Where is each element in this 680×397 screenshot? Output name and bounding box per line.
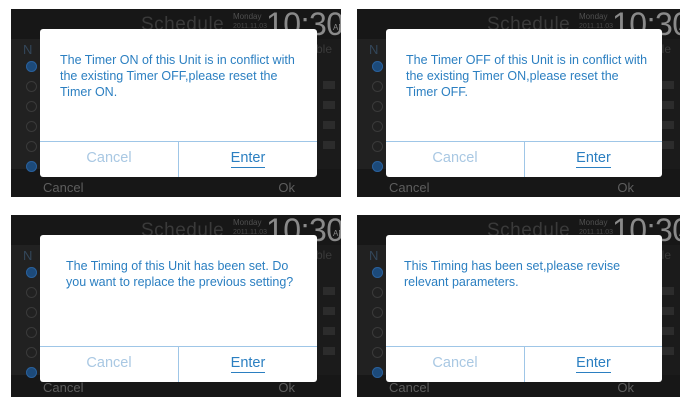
add-icon [372, 267, 383, 278]
add-icon [26, 61, 37, 72]
toggle-3 [323, 121, 335, 129]
enter-button[interactable]: Enter [525, 347, 662, 382]
bg-ok-button: Ok [278, 380, 295, 395]
toggle-1 [323, 81, 335, 89]
cancel-button[interactable]: Cancel [386, 142, 525, 177]
revise-dialog: This Timing has been set,please revise r… [386, 235, 662, 382]
item-4-icon [26, 347, 37, 358]
toggle-2 [323, 101, 335, 109]
enable-fragment: ble [316, 42, 333, 56]
item-4-icon [372, 141, 383, 152]
toggle-1 [323, 287, 335, 295]
item-1-icon [26, 287, 37, 298]
item-2-icon [372, 101, 383, 112]
item-2-icon [26, 101, 37, 112]
weekday-label: Monday [233, 218, 262, 227]
screen-timing-revise: Schedule Monday 2011.11.03 10:30 AM N bl… [357, 215, 680, 397]
enter-button[interactable]: Enter [179, 142, 317, 177]
bottom-bar: Cancel Ok [11, 179, 341, 197]
add-icon [372, 61, 383, 72]
toggle-4 [662, 347, 674, 355]
screen-timer-on-conflict: Schedule Monday 2011.11.03 10:30 AM N bl… [11, 9, 341, 197]
item-1-icon [372, 287, 383, 298]
list-header-fragment: N [23, 42, 33, 57]
enter-button[interactable]: Enter [179, 347, 317, 382]
bg-cancel-button: Cancel [43, 180, 84, 195]
enter-button[interactable]: Enter [525, 142, 662, 177]
weekday-label: Monday [579, 218, 608, 227]
remove-icon [26, 161, 37, 172]
weekday-label: Monday [579, 12, 608, 21]
dialog-message: This Timing has been set,please revise r… [404, 259, 621, 289]
cancel-button[interactable]: Cancel [40, 347, 179, 382]
toggle-2 [662, 101, 674, 109]
item-1-icon [26, 81, 37, 92]
toggle-3 [323, 327, 335, 335]
list-header-fragment: N [369, 248, 379, 263]
list-header-fragment: N [369, 42, 379, 57]
toggle-4 [662, 141, 674, 149]
item-3-icon [26, 327, 37, 338]
bg-cancel-button: Cancel [43, 380, 84, 395]
bg-ok-button: Ok [617, 380, 634, 395]
schedule-list-right: ble [313, 245, 341, 375]
dialog-buttons: Cancel Enter [40, 141, 317, 177]
dialog-buttons: Cancel Enter [386, 141, 662, 177]
toggle-1 [662, 287, 674, 295]
dialog-message: The Timer ON of this Unit is in conflict… [60, 53, 295, 99]
screen-timing-replace: Schedule Monday 2011.11.03 10:30 AM N bl… [11, 215, 341, 397]
add-icon [26, 267, 37, 278]
schedule-list-right: ble [313, 39, 341, 169]
toggle-1 [662, 81, 674, 89]
clock-ampm: AM [333, 229, 341, 238]
dialog-buttons: Cancel Enter [386, 346, 662, 382]
item-2-icon [372, 307, 383, 318]
bottom-bar: Cancel Ok [357, 179, 680, 197]
item-4-icon [372, 347, 383, 358]
dialog-buttons: Cancel Enter [40, 346, 317, 382]
toggle-4 [323, 347, 335, 355]
enter-button-label: Enter [576, 150, 611, 168]
item-3-icon [26, 121, 37, 132]
item-3-icon [372, 121, 383, 132]
bg-cancel-button: Cancel [389, 180, 430, 195]
remove-icon [372, 367, 383, 378]
clock-ampm: AM [333, 23, 341, 32]
item-2-icon [26, 307, 37, 318]
enable-fragment: ble [316, 248, 333, 262]
dialog-message: The Timing of this Unit has been set. Do… [66, 259, 294, 289]
conflict-dialog: The Timer ON of this Unit is in conflict… [40, 29, 317, 177]
replace-dialog: The Timing of this Unit has been set. Do… [40, 235, 317, 382]
bg-ok-button: Ok [278, 180, 295, 195]
bg-ok-button: Ok [617, 180, 634, 195]
dialog-message: The Timer OFF of this Unit is in conflic… [406, 53, 648, 99]
remove-icon [372, 161, 383, 172]
list-header-fragment: N [23, 248, 33, 263]
bg-cancel-button: Cancel [389, 380, 430, 395]
toggle-3 [662, 327, 674, 335]
toggle-2 [323, 307, 335, 315]
item-3-icon [372, 327, 383, 338]
weekday-label: Monday [233, 12, 262, 21]
cancel-button[interactable]: Cancel [40, 142, 179, 177]
enter-button-label: Enter [576, 355, 611, 373]
conflict-dialog: The Timer OFF of this Unit is in conflic… [386, 29, 662, 177]
item-1-icon [372, 81, 383, 92]
remove-icon [26, 367, 37, 378]
toggle-2 [662, 307, 674, 315]
cancel-button[interactable]: Cancel [386, 347, 525, 382]
screen-timer-off-conflict: Schedule Monday 2011.11.03 10:30 AM N bl… [357, 9, 680, 197]
item-4-icon [26, 141, 37, 152]
enter-button-label: Enter [230, 150, 266, 168]
toggle-4 [323, 141, 335, 149]
enter-button-label: Enter [230, 355, 266, 373]
toggle-3 [662, 121, 674, 129]
